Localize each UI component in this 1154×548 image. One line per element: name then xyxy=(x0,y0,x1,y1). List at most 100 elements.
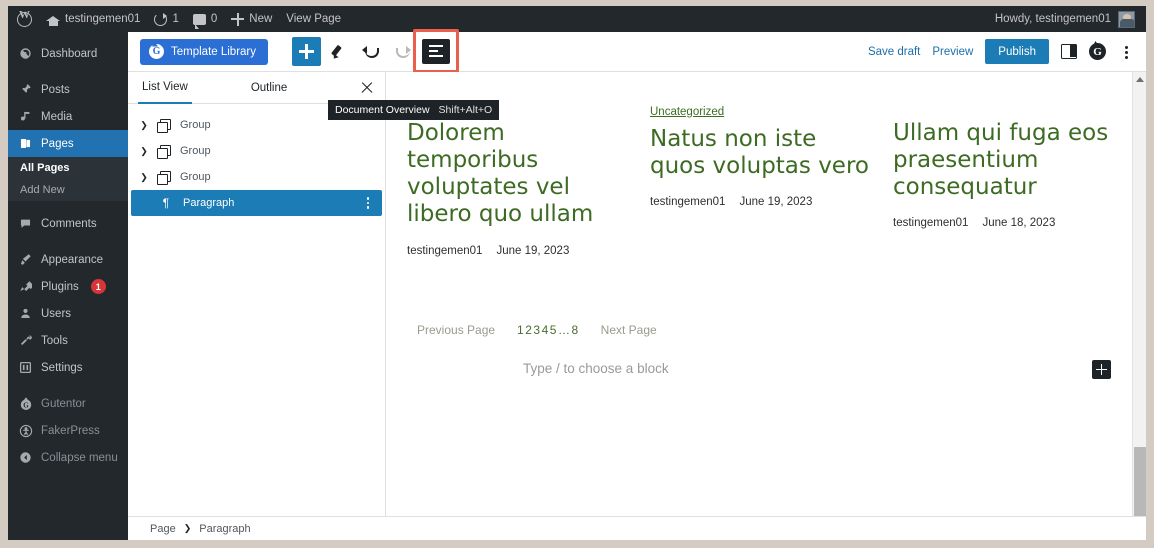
view-page-label: View Page xyxy=(286,13,342,25)
wp-admin-bar: testingemen01 1 0 New View Page Howdy, t… xyxy=(8,6,1146,32)
fakerpress-icon xyxy=(18,423,33,438)
chevron-right-icon[interactable]: ❯ xyxy=(136,146,152,157)
pagination-page[interactable]: 1 xyxy=(517,323,524,337)
chevron-right-icon[interactable]: ❯ xyxy=(136,120,152,131)
comment-bubble-icon xyxy=(192,13,206,29)
admin-bar-account[interactable]: Howdy, testingemen01 xyxy=(994,10,1146,28)
list-item-options-icon[interactable] xyxy=(363,196,373,210)
post-meta: testingemen01 June 19, 2023 xyxy=(650,196,875,208)
pagination-page[interactable]: 5 xyxy=(550,323,557,337)
admin-sidebar: Dashboard Posts Media Pages All Pages Ad… xyxy=(8,32,136,540)
sidebar-item-users[interactable]: Users xyxy=(8,300,128,327)
list-item[interactable]: ❯ Group xyxy=(128,164,385,190)
admin-bar-updates[interactable]: 1 xyxy=(147,6,185,32)
scrollbar-thumb[interactable] xyxy=(1134,447,1146,518)
canvas-scrollbar[interactable] xyxy=(1132,72,1146,540)
sidebar-item-comments[interactable]: Comments xyxy=(8,210,128,237)
scroll-up-arrow-icon[interactable] xyxy=(1133,72,1147,86)
sidebar-item-media[interactable]: Media xyxy=(8,103,128,130)
collapse-icon xyxy=(18,450,33,465)
close-icon[interactable] xyxy=(359,80,375,96)
chevron-right-icon[interactable]: ❯ xyxy=(136,172,152,183)
undo-icon xyxy=(361,45,379,59)
sidebar-subitem-all-pages[interactable]: All Pages xyxy=(8,157,128,179)
pagination-next[interactable]: Next Page xyxy=(601,323,657,337)
media-icon xyxy=(18,109,33,124)
publish-button[interactable]: Publish xyxy=(985,39,1049,64)
list-item[interactable]: ❯ Group xyxy=(128,138,385,164)
sidebar-item-tools[interactable]: Tools xyxy=(8,327,128,354)
query-pagination: Previous Page 1 2 3 4 5 … 8 Next Page xyxy=(417,323,657,337)
post-title[interactable]: Natus non iste quos voluptas vero xyxy=(650,126,875,180)
query-loop-block: Dolorem temporibus voluptates vel libero… xyxy=(387,72,1146,257)
group-block-icon xyxy=(154,144,172,159)
breadcrumb-item-paragraph[interactable]: Paragraph xyxy=(199,523,250,535)
tab-list-view[interactable]: List View xyxy=(138,72,192,104)
add-block-button[interactable] xyxy=(292,37,322,66)
tab-outline[interactable]: Outline xyxy=(247,72,291,104)
settings-sidebar-toggle-icon[interactable] xyxy=(1061,44,1077,59)
preview-button[interactable]: Preview xyxy=(932,46,973,58)
post-title[interactable]: Ullam qui fuga eos praesentium consequat… xyxy=(893,120,1118,201)
sidebar-item-appearance[interactable]: Appearance xyxy=(8,246,128,273)
sidebar-item-label: Gutentor xyxy=(41,397,86,410)
pagination-page[interactable]: 8 xyxy=(571,323,578,337)
breadcrumb-item-page[interactable]: Page xyxy=(150,523,176,535)
pagination-previous[interactable]: Previous Page xyxy=(417,323,495,337)
save-draft-button[interactable]: Save draft xyxy=(868,46,920,58)
post-author: testingemen01 xyxy=(407,244,483,257)
block-appender-button[interactable] xyxy=(1092,360,1111,379)
post-title[interactable]: Dolorem temporibus voluptates vel libero… xyxy=(407,120,632,229)
sidebar-item-plugins[interactable]: Plugins 1 xyxy=(8,273,128,300)
post-category-link[interactable]: Uncategorized xyxy=(650,106,724,118)
document-overview-button[interactable] xyxy=(422,39,451,64)
post-date: June 19, 2023 xyxy=(739,196,813,209)
sidebar-subitem-add-new[interactable]: Add New xyxy=(8,179,128,201)
kebab-menu-icon[interactable] xyxy=(1118,44,1134,60)
sidebar-item-label: Dashboard xyxy=(41,47,98,60)
sidebar-item-pages[interactable]: Pages xyxy=(8,130,136,157)
sidebar-item-label: Pages xyxy=(41,137,74,150)
empty-paragraph-placeholder[interactable]: Type / to choose a block xyxy=(523,361,669,376)
sidebar-item-fakerpress[interactable]: FakerPress xyxy=(8,417,128,444)
editor-canvas: Dolorem temporibus voluptates vel libero… xyxy=(387,72,1146,540)
post-meta: testingemen01 June 19, 2023 xyxy=(407,245,632,257)
comment-icon xyxy=(18,216,33,231)
admin-bar-wp-logo[interactable] xyxy=(8,6,39,32)
pagination-page[interactable]: 2 xyxy=(525,323,532,337)
tooltip-label: Document Overview xyxy=(335,104,430,116)
undo-button[interactable] xyxy=(355,37,385,67)
site-name-label: testingemen01 xyxy=(65,13,141,25)
admin-bar-site-name[interactable]: testingemen01 xyxy=(39,6,147,32)
admin-bar-new[interactable]: New xyxy=(224,6,279,32)
sidebar-item-dashboard[interactable]: Dashboard xyxy=(8,40,128,67)
admin-bar-view-page[interactable]: View Page xyxy=(279,6,348,32)
howdy-label: Howdy, testingemen01 xyxy=(994,13,1111,25)
gutentor-icon: G xyxy=(149,44,164,59)
sidebar-item-settings[interactable]: Settings xyxy=(8,354,128,381)
dashboard-icon xyxy=(18,46,33,61)
pagination-page[interactable]: 3 xyxy=(533,323,540,337)
sidebar-item-gutentor[interactable]: G Gutentor xyxy=(8,390,128,417)
post-author: testingemen01 xyxy=(650,196,726,209)
sidebar-divider-3 xyxy=(8,237,128,246)
sidebar-item-label: Comments xyxy=(41,217,97,230)
sidebar-item-label: Collapse menu xyxy=(41,451,118,464)
post-card: Ullam qui fuga eos praesentium consequat… xyxy=(893,102,1136,257)
sidebar-item-collapse-menu[interactable]: Collapse menu xyxy=(8,444,128,471)
post-date: June 19, 2023 xyxy=(496,244,570,257)
gutentor-settings-icon[interactable]: G xyxy=(1089,43,1106,60)
admin-bar-comments[interactable]: 0 xyxy=(186,6,224,32)
editor-tools-group xyxy=(292,29,460,73)
document-overview-panel: List View Outline ❯ Group ❯ Group ❯ Grou… xyxy=(128,72,386,540)
updates-count: 1 xyxy=(172,13,179,25)
sidebar-item-posts[interactable]: Posts xyxy=(8,76,128,103)
pages-icon xyxy=(18,136,33,151)
tools-edit-button[interactable] xyxy=(323,37,353,67)
pagination-page[interactable]: 4 xyxy=(542,323,549,337)
plugins-update-badge: 1 xyxy=(90,279,106,294)
list-item-paragraph-selected[interactable]: ¶ Paragraph xyxy=(131,190,382,216)
pagination-numbers: 1 2 3 4 5 … 8 xyxy=(517,323,579,337)
template-library-button[interactable]: G Template Library xyxy=(140,38,269,65)
sidebar-submenu-pages: All Pages Add New xyxy=(8,157,128,201)
